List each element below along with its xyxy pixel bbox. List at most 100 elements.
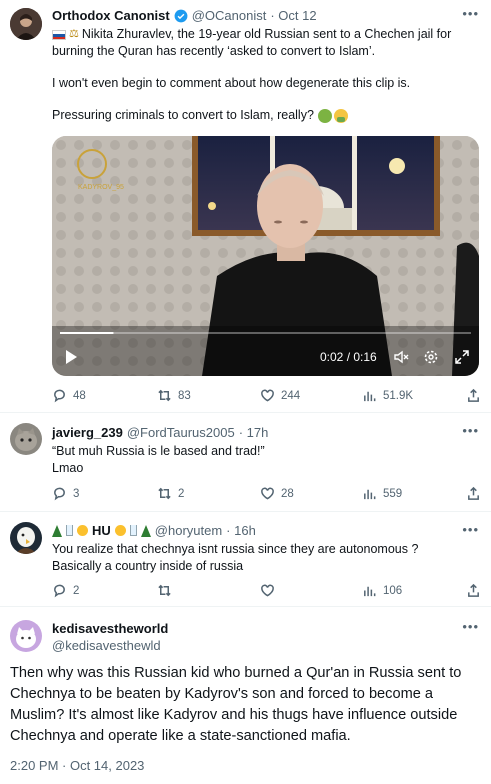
like-count: 28 bbox=[281, 487, 294, 500]
settings-gear-icon[interactable] bbox=[423, 349, 439, 370]
views-button[interactable]: 51.9K bbox=[362, 388, 413, 403]
tweet-line: Chechnya to be beaten by Kadyrov's son a… bbox=[10, 686, 434, 702]
more-options-icon[interactable]: ••• bbox=[462, 423, 479, 438]
reply-count: 2 bbox=[73, 584, 80, 597]
repost-button[interactable]: 2 bbox=[157, 486, 184, 501]
sun-emoji-icon bbox=[77, 525, 88, 536]
post-date[interactable]: · 16h bbox=[226, 523, 256, 538]
tree-emoji-icon bbox=[52, 524, 62, 537]
focused-tweet: kedisavestheworld @kedisavesthewld ••• T… bbox=[0, 607, 491, 784]
author-name[interactable]: kedisavestheworld bbox=[52, 621, 168, 636]
views-button[interactable]: 559 bbox=[362, 486, 402, 501]
video-frame: KADYROV_95 bbox=[52, 136, 479, 376]
glass-emoji-icon bbox=[129, 525, 137, 536]
fullscreen-icon[interactable] bbox=[454, 349, 470, 370]
like-button[interactable]: 28 bbox=[260, 486, 294, 501]
sun-emoji-icon bbox=[114, 525, 126, 536]
tweet-line: Pressuring criminals to convert to Islam… bbox=[52, 108, 314, 122]
tweet-line: Muslim? It's almost like Kadyrov and his… bbox=[10, 707, 458, 723]
play-icon[interactable] bbox=[66, 350, 77, 364]
vomiting-face-icon bbox=[333, 108, 348, 123]
post-date[interactable]: · Oct 12 bbox=[270, 8, 316, 23]
volume-muted-icon[interactable] bbox=[393, 349, 409, 370]
tweet-line: I won't even begin to comment about how … bbox=[52, 76, 411, 90]
tweet-line: Then why was this Russian kid who burned… bbox=[10, 665, 462, 681]
author-handle[interactable]: @kedisavesthewld bbox=[52, 638, 168, 653]
focused-tweet-text: Then why was this Russian kid who burned… bbox=[10, 663, 485, 747]
repost-count: 83 bbox=[178, 389, 191, 402]
reply-icon bbox=[54, 487, 65, 501]
like-button[interactable] bbox=[260, 583, 281, 598]
repost-button[interactable] bbox=[157, 583, 178, 598]
author-handle[interactable]: @horyutem bbox=[155, 523, 222, 538]
repost-icon bbox=[158, 584, 171, 597]
video-progress-track[interactable] bbox=[60, 332, 471, 334]
author-handle[interactable]: @OCanonist bbox=[192, 8, 267, 23]
avatar[interactable] bbox=[10, 8, 42, 40]
glass-emoji-icon bbox=[66, 525, 73, 536]
author-name[interactable]: HU bbox=[92, 523, 111, 538]
view-count: 559 bbox=[383, 487, 403, 500]
heart-icon bbox=[261, 487, 274, 500]
share-icon bbox=[468, 583, 479, 597]
share-button[interactable] bbox=[466, 486, 481, 501]
like-count: 244 bbox=[281, 389, 301, 402]
tweet-line: Nikita Zhuravlev, the 19-year old Russia… bbox=[81, 27, 452, 41]
heart-icon bbox=[261, 389, 274, 402]
main-tweet[interactable]: Orthodox Canonist @OCanonist · Oct 12 ••… bbox=[0, 0, 491, 410]
more-options-icon[interactable]: ••• bbox=[462, 619, 479, 634]
views-button[interactable]: 106 bbox=[362, 583, 402, 598]
author-name[interactable]: javierg_239 bbox=[52, 425, 123, 440]
avatar[interactable] bbox=[10, 423, 42, 455]
tweet-line: You realize that chechnya isnt russia si… bbox=[52, 542, 419, 556]
share-icon bbox=[468, 486, 479, 500]
reply-tweet[interactable]: HU @horyutem · 16h ••• You realize that … bbox=[0, 512, 491, 607]
avatar[interactable] bbox=[10, 620, 42, 652]
heart-icon bbox=[261, 584, 274, 597]
tweet-line: “But muh Russia is le based and trad!” bbox=[52, 444, 265, 458]
like-button[interactable]: 244 bbox=[260, 388, 300, 403]
repost-button[interactable]: 83 bbox=[157, 388, 191, 403]
reply-button[interactable]: 3 bbox=[52, 486, 79, 501]
reply-icon bbox=[54, 389, 65, 403]
tweet-line: Basically a country inside of russia bbox=[52, 559, 244, 573]
more-options-icon[interactable]: ••• bbox=[462, 6, 479, 21]
tweet-actions: 2 106 bbox=[52, 583, 484, 603]
tweet-line: Chechnya and operate like a state-sancti… bbox=[10, 728, 351, 744]
tweet-actions: 48 83 244 51.9K bbox=[52, 388, 484, 408]
views-chart-icon bbox=[364, 489, 376, 500]
tweet-line: burning the Quran has recently ‘asked to… bbox=[52, 44, 376, 58]
video-time: 0:02 / 0:16 bbox=[320, 350, 377, 364]
tweet-line: Lmao bbox=[52, 461, 84, 475]
reply-button[interactable]: 2 bbox=[52, 583, 79, 598]
tweet-text: “But muh Russia is le based and trad!” L… bbox=[52, 443, 265, 477]
post-date[interactable]: · 17h bbox=[239, 425, 269, 440]
share-button[interactable] bbox=[466, 583, 481, 598]
author-name[interactable]: Orthodox Canonist bbox=[52, 8, 170, 23]
post-timestamp[interactable]: 2:20 PM · Oct 14, 2023 bbox=[10, 758, 144, 773]
share-button[interactable] bbox=[466, 388, 481, 403]
verified-badge-icon bbox=[174, 9, 188, 23]
video-player[interactable]: KADYROV_95 0:02 / 0:16 bbox=[52, 136, 479, 376]
russia-flag-icon bbox=[52, 29, 66, 40]
view-count: 51.9K bbox=[383, 389, 414, 402]
reply-tweet[interactable]: javierg_239 @FordTaurus2005 · 17h ••• “B… bbox=[0, 413, 491, 513]
tree-emoji-icon bbox=[140, 524, 151, 537]
views-chart-icon bbox=[364, 391, 376, 402]
more-options-icon[interactable]: ••• bbox=[462, 522, 479, 537]
views-chart-icon bbox=[364, 586, 376, 597]
tweet-text: You realize that chechnya isnt russia si… bbox=[52, 541, 418, 575]
tweet-actions: 3 2 28 559 bbox=[52, 486, 484, 506]
video-watermark: KADYROV_95 bbox=[78, 184, 124, 191]
reply-icon bbox=[54, 584, 65, 598]
video-progress-fill bbox=[60, 332, 114, 334]
view-count: 106 bbox=[383, 584, 403, 597]
reply-count: 48 bbox=[73, 389, 86, 402]
share-icon bbox=[468, 388, 479, 402]
scales-icon: ⚖ bbox=[69, 28, 79, 40]
repost-count: 2 bbox=[178, 487, 185, 500]
avatar[interactable] bbox=[10, 522, 42, 554]
author-handle[interactable]: @FordTaurus2005 bbox=[127, 425, 235, 440]
reply-button[interactable]: 48 bbox=[52, 388, 86, 403]
nauseated-face-icon bbox=[317, 108, 332, 123]
